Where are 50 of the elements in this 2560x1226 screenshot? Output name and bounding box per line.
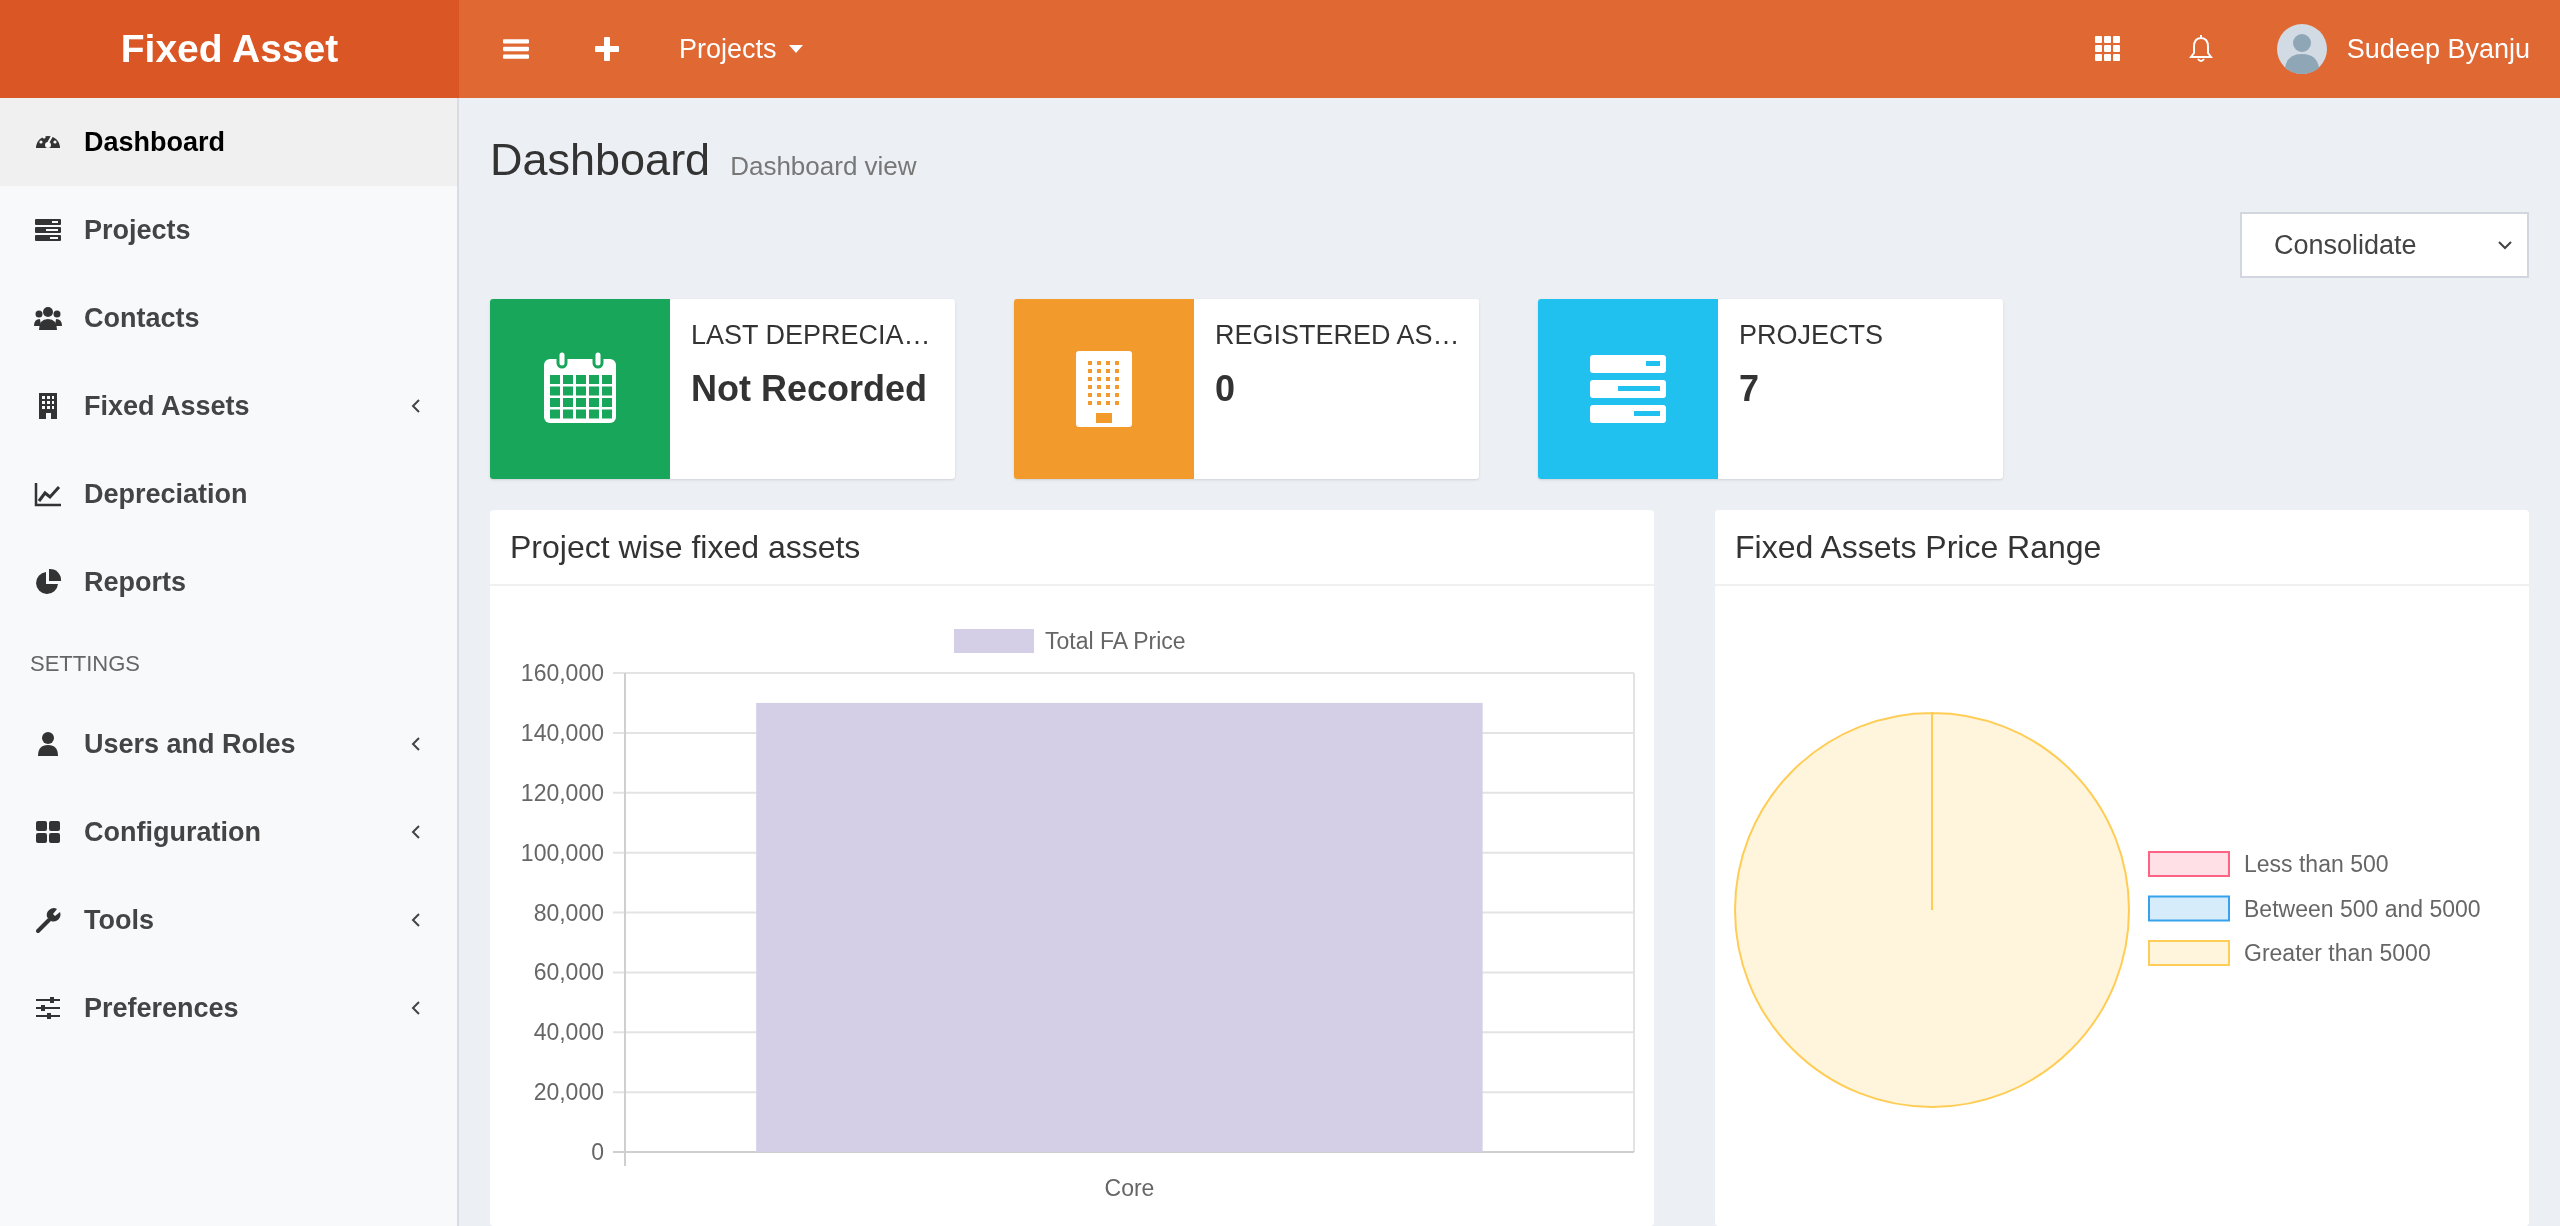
x-tick-label: Core	[1104, 1175, 1155, 1201]
sidebar-item-icon	[34, 818, 62, 846]
grid-icon	[2094, 36, 2121, 62]
sidebar-item-icon	[34, 216, 62, 244]
sidebar-item[interactable]: Configuration	[0, 788, 457, 876]
sidebar-item[interactable]: Contacts	[0, 274, 457, 362]
panel-title: Fixed Assets Price Range	[1735, 528, 2102, 567]
sidebar-item[interactable]: Fixed Assets	[0, 362, 457, 450]
sidebar-item[interactable]: Preferences	[0, 964, 457, 1052]
legend-label: Between 500 and 5000	[2244, 895, 2481, 922]
y-tick-label: 160,000	[520, 660, 604, 686]
bell-icon	[2188, 35, 2213, 63]
sidebar-item[interactable]: Reports	[0, 538, 457, 626]
chevron-down-icon	[2497, 240, 2513, 250]
sidebar-section-heading: SETTINGS	[30, 649, 140, 678]
sidebar-item[interactable]: Dashboard	[0, 98, 457, 186]
info-box-label: PROJECTS	[1739, 319, 1884, 352]
y-tick-label: 40,000	[533, 1019, 604, 1046]
caret-down-icon	[788, 45, 803, 53]
y-tick-label: 80,000	[533, 899, 604, 926]
panel-title: Project wise fixed assets	[510, 528, 861, 567]
info-box-value: Not Recorded	[691, 366, 929, 411]
sidebar-item-icon	[34, 994, 62, 1022]
page-title: Dashboard	[490, 133, 711, 187]
sidebar-item-icon	[34, 480, 62, 508]
scope-select[interactable]: Consolidate	[2240, 212, 2529, 278]
sidebar-item[interactable]: Tools	[0, 876, 457, 964]
sidebar-item[interactable]: Projects	[0, 186, 457, 274]
avatar-icon	[2276, 24, 2327, 74]
sidebar-item-icon	[34, 304, 62, 332]
y-tick-label: 20,000	[533, 1079, 604, 1106]
y-tick-label: 0	[591, 1139, 604, 1165]
y-tick-label: 140,000	[520, 719, 604, 746]
legend-label: Total FA Price	[1045, 628, 1186, 654]
info-box-label: REGISTERED AS…	[1215, 319, 1460, 352]
info-box-label: LAST DEPRECIA…	[691, 319, 931, 352]
sidebar-item[interactable]: Depreciation	[0, 450, 457, 538]
legend-label: Less than 500	[2244, 851, 2389, 877]
info-box-value: 7	[1739, 366, 1761, 411]
info-box-value: 0	[1215, 366, 1237, 411]
legend-label: Greater than 5000	[2244, 940, 2431, 966]
sidebar-item[interactable]: Users and Roles	[0, 700, 457, 788]
y-tick-label: 60,000	[533, 959, 604, 986]
y-tick-label: 120,000	[520, 779, 604, 806]
y-tick-label: 100,000	[520, 839, 604, 866]
sidebar-item-icon	[34, 906, 62, 934]
plus-icon	[595, 37, 619, 61]
sidebar-item-icon	[34, 568, 62, 596]
page-subtitle: Dashboard view	[730, 150, 917, 183]
menu-icon	[503, 38, 529, 60]
